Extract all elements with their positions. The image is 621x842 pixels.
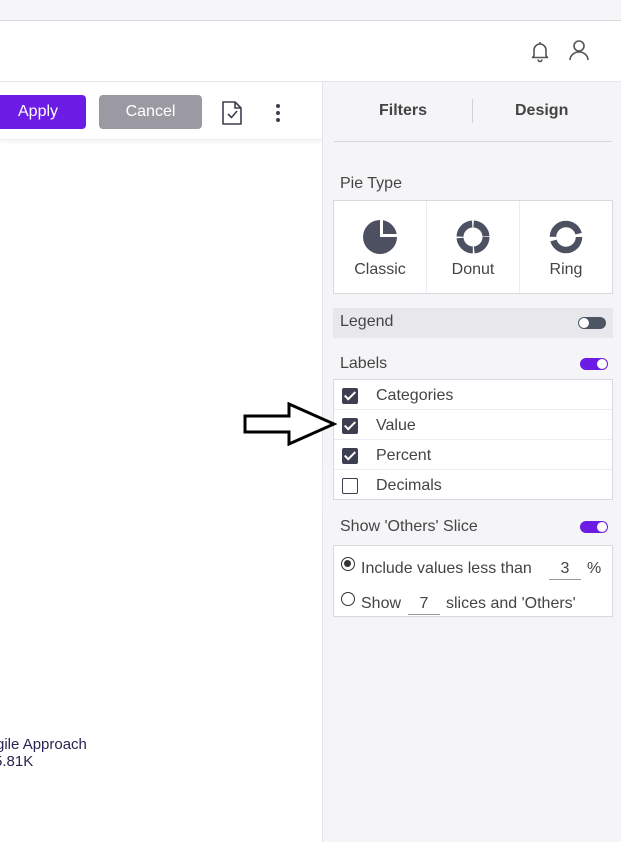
pie-type-ring-label: Ring [549,261,583,278]
chart-toolbar: Apply Cancel [0,82,322,140]
legend-row: Legend [333,308,613,338]
threshold-text: Include values less than [361,560,532,577]
percent-label: Percent [376,447,432,464]
label-option-decimals[interactable]: Decimals [334,470,612,500]
threshold-radio[interactable] [341,557,355,571]
label-option-percent[interactable]: Percent [334,440,612,470]
label-option-value[interactable]: Value [334,410,612,440]
labels-toggle[interactable] [580,358,608,370]
labels-options: Categories Value Percent Decimals [333,379,613,500]
slices-input[interactable] [408,593,440,615]
more-options-icon[interactable] [268,102,288,124]
others-option-slices[interactable]: Show slices and 'Others' [334,583,614,617]
classic-pie-icon [363,220,397,254]
others-slice-toggle[interactable] [580,521,608,533]
tab-filters[interactable]: Filters [379,102,427,120]
pie-type-donut[interactable]: Donut [427,201,520,293]
notification-bell-icon[interactable] [528,39,552,63]
others-option-threshold[interactable]: Include values less than % [334,548,614,582]
user-profile-icon[interactable] [567,38,591,62]
decimals-label: Decimals [376,477,442,494]
donut-pie-icon [456,220,490,254]
labels-title: Labels [340,355,388,372]
document-check-icon[interactable] [220,100,244,126]
decimals-checkbox[interactable] [342,478,358,494]
value-label: Value [376,417,416,434]
slices-suffix: slices and 'Others' [446,595,576,612]
browser-top-strip [0,0,621,21]
cancel-button[interactable]: Cancel [99,95,202,129]
threshold-input[interactable] [549,558,581,580]
pie-type-classic-label: Classic [354,261,406,278]
settings-panel: Filters Design Pie Type Classic Donut Ri… [323,82,621,842]
pie-type-title: Pie Type [340,175,402,192]
app-header [0,21,621,82]
legend-label: Legend [340,313,394,330]
categories-checkbox[interactable] [342,388,358,404]
categories-label: Categories [376,387,454,404]
pie-slice-label: gile Approach 5.81K [0,736,87,770]
pie-type-selector: Classic Donut Ring [333,200,613,294]
label-option-categories[interactable]: Categories [334,380,612,410]
tab-separator [472,99,473,123]
apply-button[interactable]: Apply [0,95,86,129]
threshold-unit: % [587,560,602,577]
legend-toggle[interactable] [578,317,606,329]
chart-area: Apply Cancel gile Approach 5.81K [0,82,322,842]
percent-checkbox[interactable] [342,448,358,464]
pie-type-classic[interactable]: Classic [334,201,427,293]
slices-prefix: Show [361,595,402,612]
slice-value: 5.81K [0,753,34,770]
slices-radio[interactable] [341,592,355,606]
tab-design[interactable]: Design [515,102,568,120]
annotation-arrow-icon [243,402,337,446]
tabs-underline [334,141,612,142]
slice-name: gile Approach [0,736,87,753]
value-checkbox[interactable] [342,418,358,434]
others-slice-options: Include values less than % Show slices a… [333,545,613,617]
ring-pie-icon [549,220,583,254]
pie-type-ring[interactable]: Ring [520,201,612,293]
pie-type-donut-label: Donut [451,261,495,278]
others-slice-title: Show 'Others' Slice [340,518,478,535]
